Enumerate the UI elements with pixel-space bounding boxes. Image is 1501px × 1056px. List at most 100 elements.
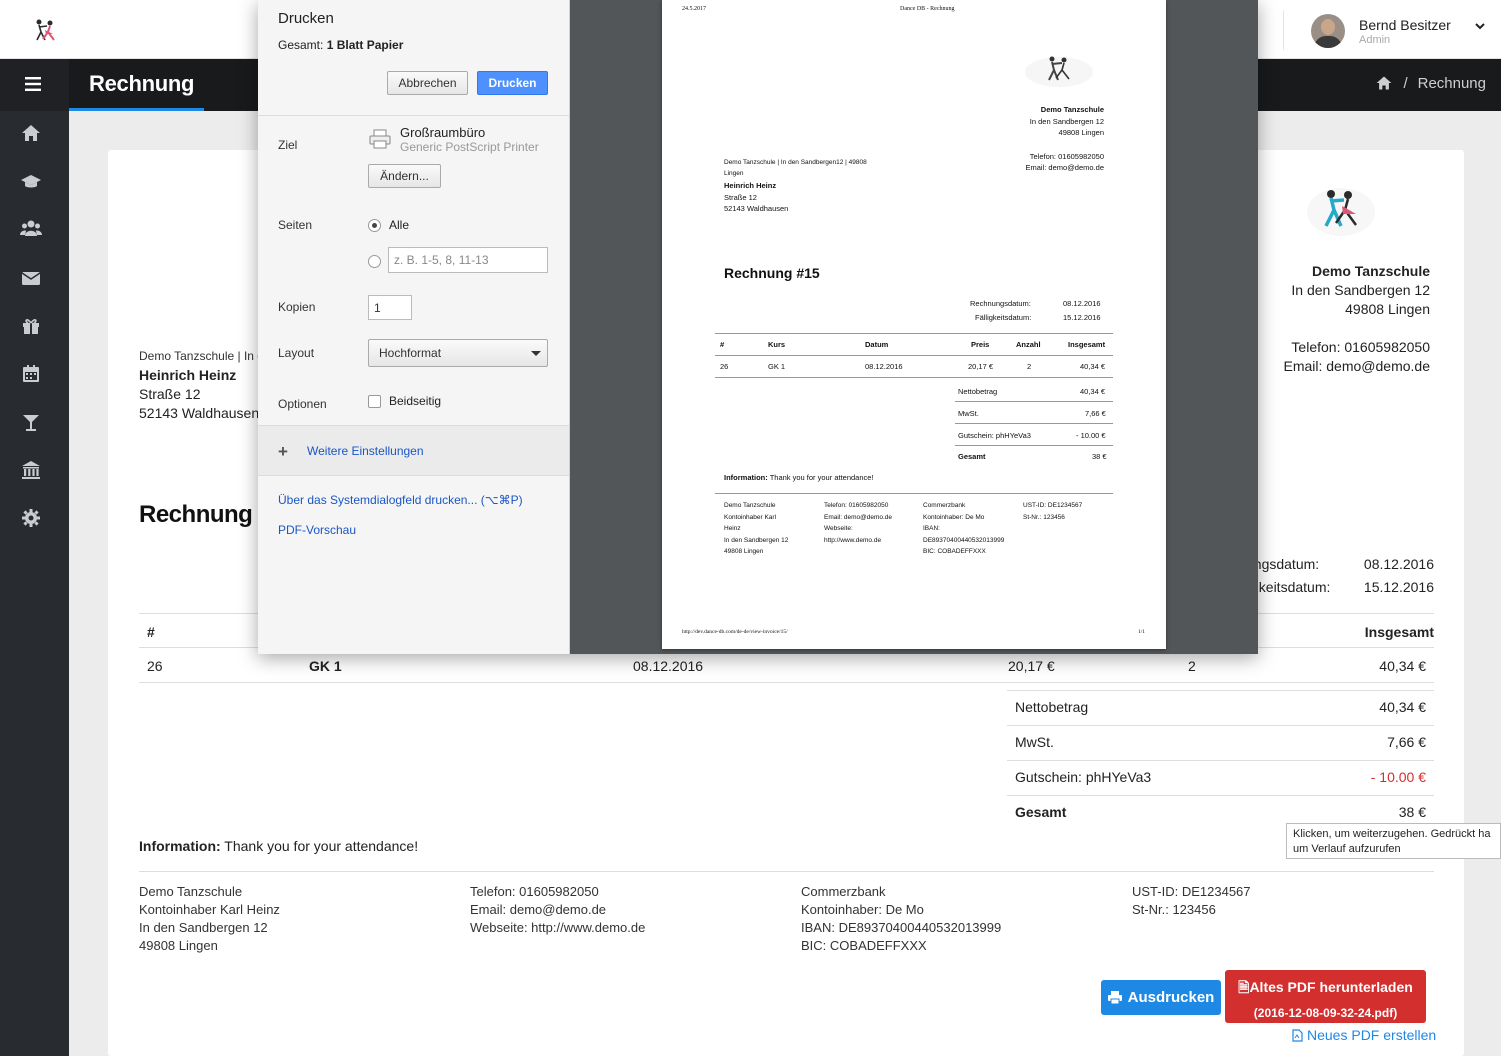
preview-company-phone: Telefon: 01605982050 [1029, 151, 1104, 161]
footer-line: Kontoinhaber: De Mo [801, 902, 924, 917]
tooltip-line: um Verlauf aufzurufen [1293, 843, 1401, 855]
preview-footer-line: St-Nr.: 123456 [1023, 513, 1065, 521]
cocktail-icon[interactable] [20, 411, 42, 433]
preview-footer-line: Email: demo@demo.de [824, 513, 893, 521]
users-icon[interactable] [20, 217, 42, 239]
recipient-city: 52143 Waldhausen [139, 405, 260, 421]
net-value: 40,34 € [1379, 699, 1426, 715]
options-label: Optionen [278, 397, 327, 411]
preview-th-num: # [720, 340, 725, 349]
print-button-label: Ausdrucken [1127, 989, 1215, 1006]
download-old-pdf-button[interactable]: 🗎Altes PDF herunterladen (2016-12-08-09-… [1225, 970, 1426, 1023]
preview-th-price: Preis [971, 340, 990, 349]
due-date-label: gkeitsdatum: [1251, 579, 1331, 595]
printer-icon [369, 129, 391, 149]
preview-company: Demo Tanzschule In den Sandbergen 12 498… [1026, 104, 1104, 174]
preview-row-course: GK 1 [768, 362, 786, 371]
invoice-title: Rechnung # [139, 501, 272, 528]
menu-toggle-button[interactable] [0, 59, 69, 111]
information-body: Thank you for your attendance! [220, 838, 419, 854]
preview-due-date-label: Fälligkeitsdatum: [975, 313, 1032, 322]
preview-title: Rechnung #15 [724, 265, 820, 281]
total-value: 38 € [1398, 804, 1426, 820]
invoice-date: 08.12.2016 [1363, 556, 1434, 572]
user-role: Admin [1359, 34, 1391, 46]
pages-range-input[interactable] [388, 247, 548, 273]
user-name[interactable]: Bernd Besitzer [1359, 17, 1451, 33]
print-button[interactable]: Ausdrucken [1101, 980, 1221, 1015]
print-dialog-title: Drucken [278, 10, 334, 27]
footer-border [139, 871, 1434, 872]
information-text: Information: Thank you for your attendan… [139, 838, 418, 854]
row-total: 40,34 € [1379, 658, 1426, 674]
pages-all-radio[interactable] [368, 219, 381, 232]
system-dialog-link[interactable]: Über das Systemdialogfeld drucken... (⌥⌘… [278, 493, 523, 507]
preview-voucher: - 10.00 € [1076, 431, 1106, 440]
pages-range-radio[interactable] [368, 255, 381, 268]
recipient-address: Heinrich Heinz Straße 12 52143 Waldhause… [139, 366, 259, 423]
pdf-preview-link[interactable]: PDF-Vorschau [278, 523, 356, 537]
home-icon[interactable] [20, 122, 42, 144]
duplex-label: Beidseitig [389, 394, 442, 408]
preview-total: 38 € [1092, 452, 1107, 461]
dance-logo-icon[interactable] [30, 18, 60, 44]
gift-icon[interactable] [20, 315, 42, 337]
copies-label: Kopien [278, 300, 316, 314]
more-settings-toggle[interactable]: + Weitere Einstellungen [258, 425, 569, 476]
preview-information-label: Information: [724, 473, 768, 482]
due-date: 15.12.2016 [1363, 579, 1434, 595]
footer-line: In den Sandbergen 12 [139, 920, 268, 935]
preview-th-qty: Anzahl [1016, 340, 1041, 349]
preview-footer-line: UST-ID: DE1234567 [1023, 502, 1083, 509]
company-email: Email: demo@demo.de [1283, 358, 1430, 374]
layout-select[interactable]: Hochformat [368, 339, 548, 367]
company-name: Demo Tanzschule [1312, 263, 1430, 279]
preview-recipient-city: 52143 Waldhausen [724, 204, 789, 213]
chevron-down-icon[interactable] [1474, 20, 1486, 32]
bank-icon[interactable] [20, 459, 42, 481]
preview-footer-line: IBAN: [923, 525, 940, 532]
back-button-tooltip: Klicken, um weiterzugehen. Gedrückt ha u… [1286, 823, 1501, 859]
row-num: 26 [147, 658, 163, 674]
home-icon[interactable] [1375, 74, 1393, 92]
cancel-button[interactable]: Abbrechen [387, 71, 468, 95]
preview-company-name: Demo Tanzschule [1040, 105, 1104, 114]
preview-table-border [715, 377, 1113, 378]
footer-line: UST-ID: DE1234567 [1132, 884, 1251, 899]
summary-border [1007, 795, 1434, 796]
preview-information-body: Thank you for your attendance! [767, 473, 874, 482]
print-total: Gesamt: 1 Blatt Papier [278, 38, 403, 52]
tax-value: 7,66 € [1387, 734, 1426, 750]
pages-label: Seiten [278, 218, 313, 232]
layout-value: Hochformat [379, 346, 442, 360]
preview-date: 24.5.2017 [682, 6, 706, 12]
preview-th-date: Datum [865, 340, 889, 349]
copies-input[interactable] [368, 295, 412, 320]
create-new-pdf-link[interactable]: Neues PDF erstellen [1292, 1027, 1436, 1043]
company-address: Demo Tanzschule In den Sandbergen 12 498… [1283, 262, 1430, 376]
layout-label: Layout [278, 346, 315, 360]
preview-page-number: 1/1 [1138, 629, 1146, 635]
title-underline [69, 108, 204, 111]
print-confirm-button[interactable]: Drucken [477, 71, 548, 95]
preview-footer-line: Heinz [724, 525, 741, 532]
preview-table-border [715, 333, 1113, 334]
calendar-icon[interactable] [20, 363, 42, 385]
footer-line: Commerzbank [801, 884, 886, 899]
avatar[interactable] [1311, 14, 1345, 48]
footer-line: IBAN: DE89370400440532013999 [801, 920, 1002, 935]
voucher-value: - 10.00 € [1370, 769, 1426, 785]
graduation-cap-icon[interactable] [20, 170, 42, 192]
envelope-icon[interactable] [20, 267, 42, 289]
footer-line: Email: demo@demo.de [470, 902, 607, 917]
duplex-checkbox[interactable] [368, 395, 381, 408]
summary-border [1007, 725, 1434, 726]
preview-sender-line: Demo Tanzschule | In den Sandbergen12 | … [724, 159, 867, 166]
footer-contact: Telefon: 01605982050 Email: demo@demo.de… [470, 883, 645, 937]
net-label: Nettobetrag [1015, 699, 1089, 715]
gear-icon[interactable] [20, 507, 42, 529]
preview-footer-line: Telefon: 01605982050 [824, 502, 889, 509]
footer-line: 49808 Lingen [139, 938, 218, 953]
change-destination-button[interactable]: Ändern... [368, 164, 441, 188]
preview-page[interactable]: 24.5.2017 Dance DB - Rechnung Demo Tanzs… [662, 0, 1166, 649]
